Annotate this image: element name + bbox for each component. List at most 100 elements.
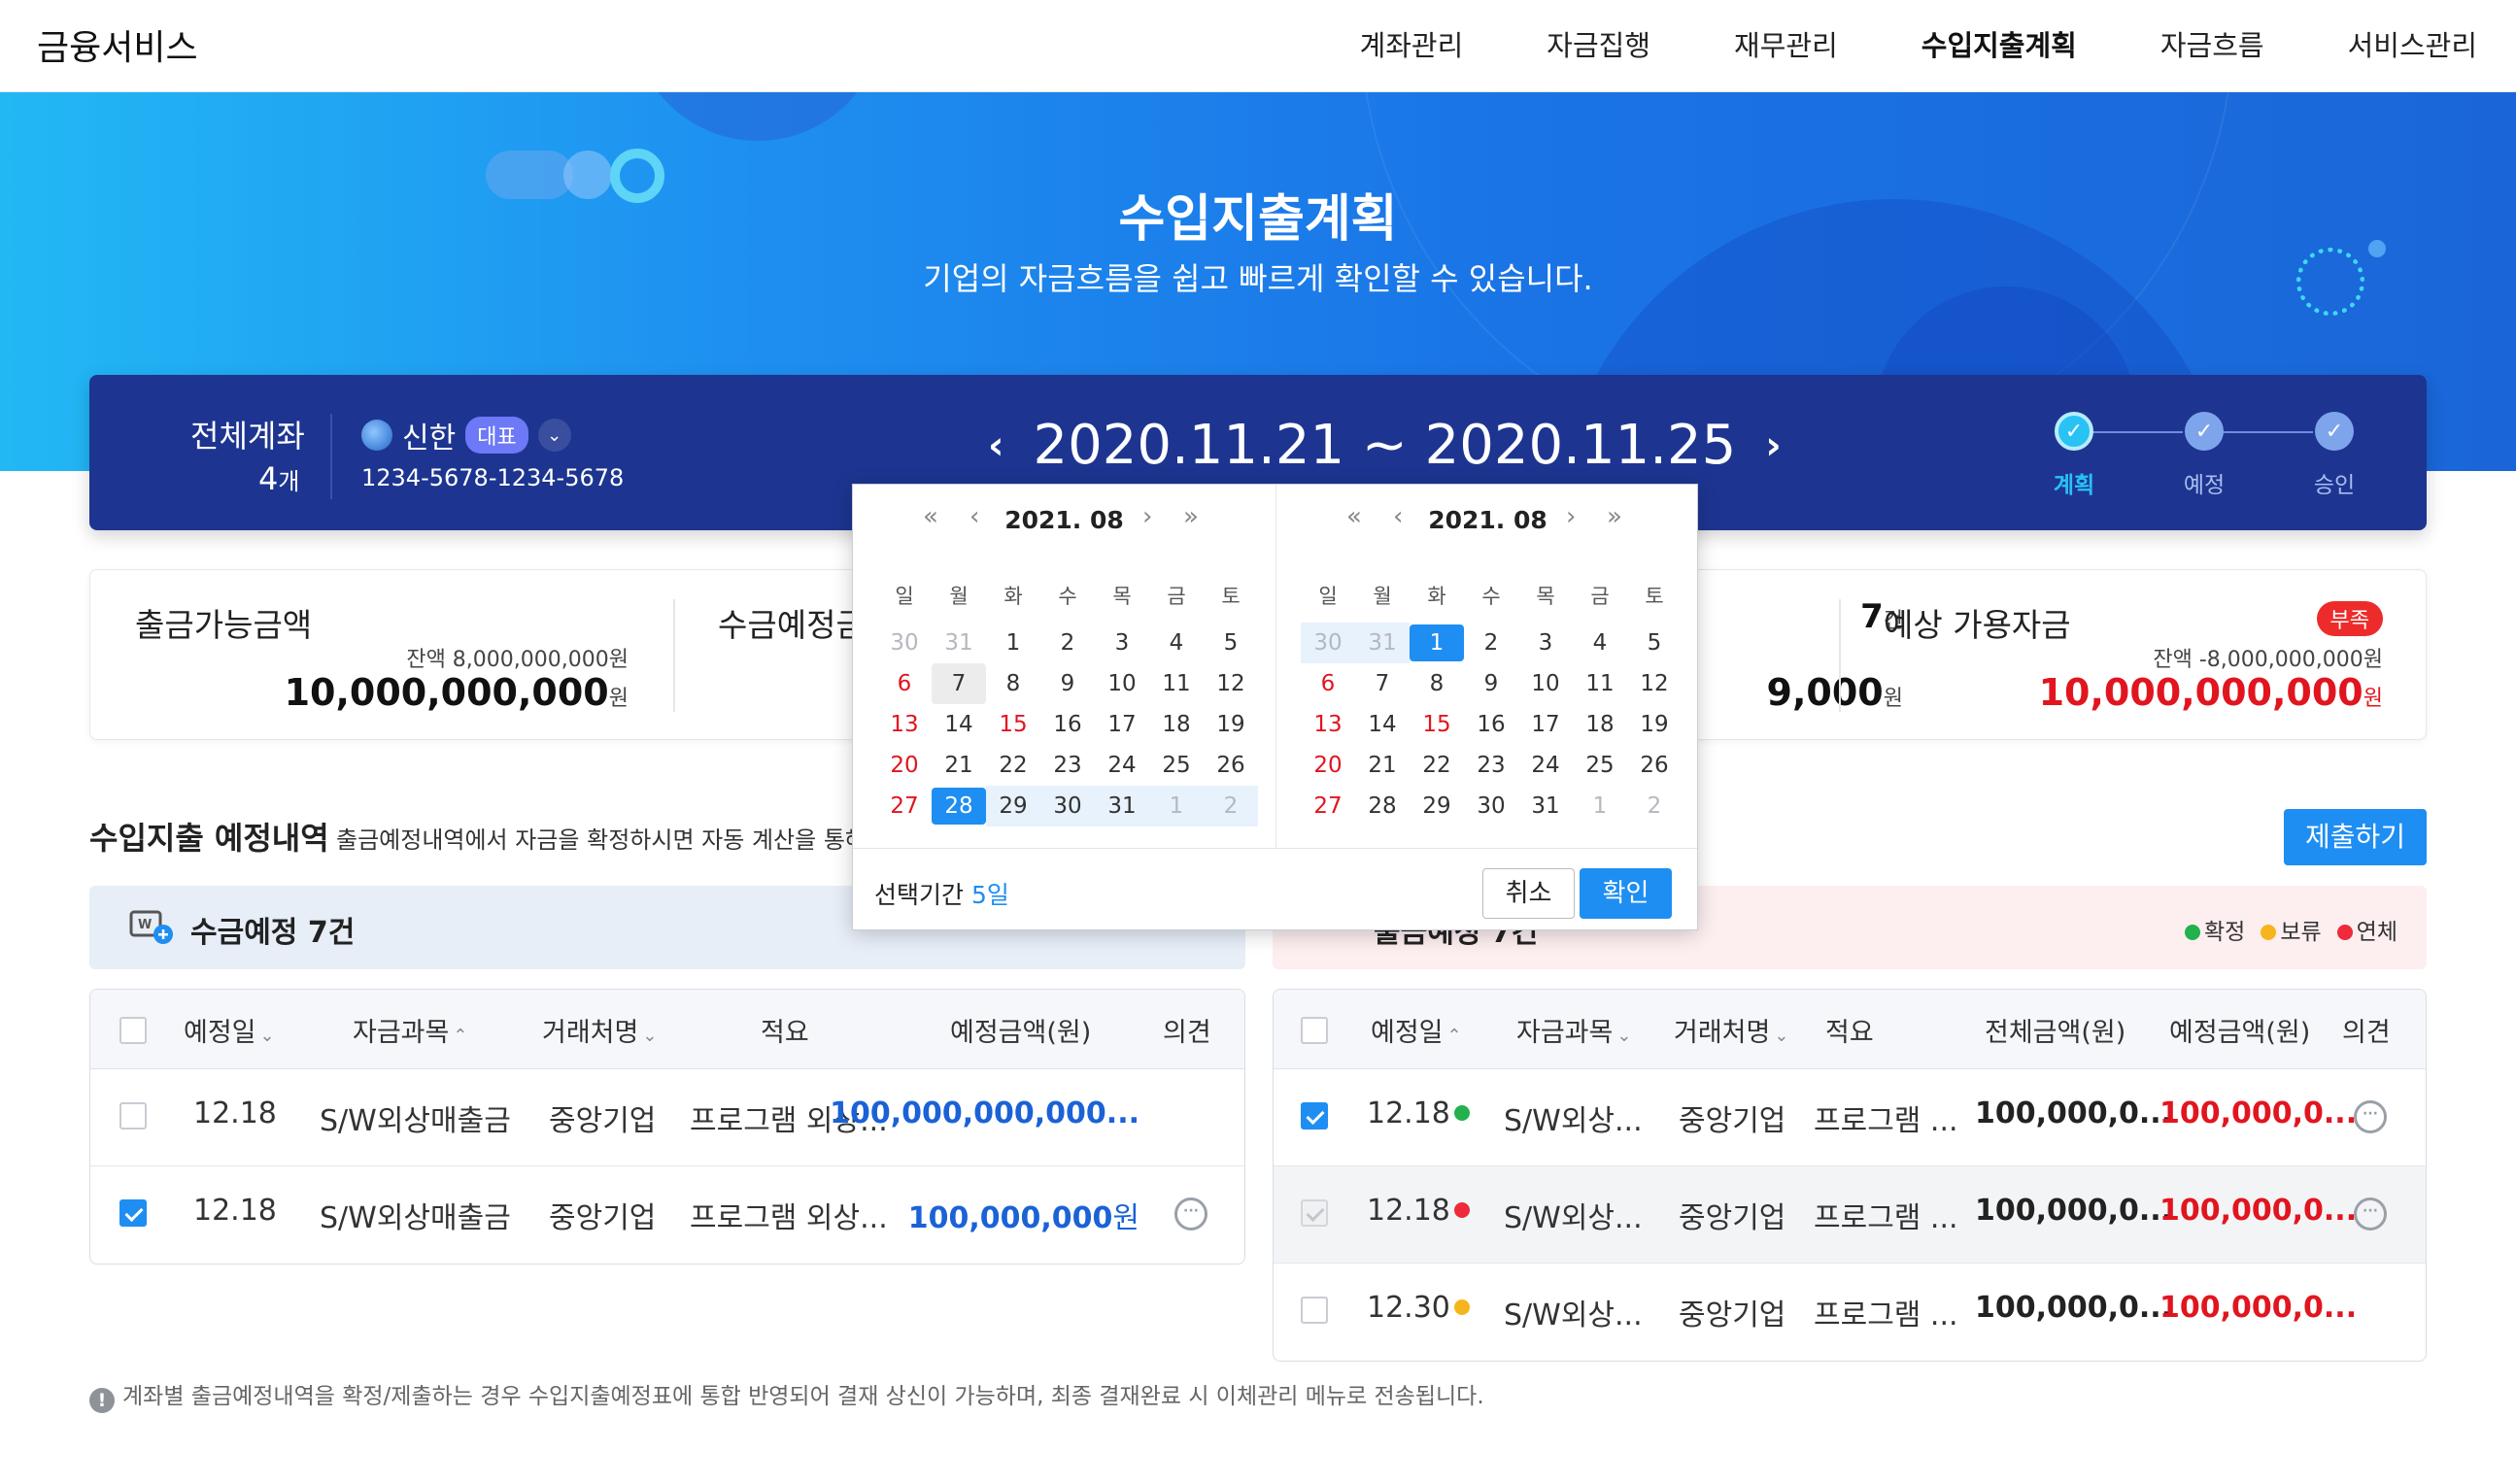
next-year-icon[interactable]: »	[1607, 502, 1622, 531]
table-row[interactable]: 12.18 S/W외상... 중앙기업 프로그램 ... 100,000,0... 100…	[1274, 1166, 2426, 1264]
table-row[interactable]: 12.18 S/W외상매출금 중앙기업 프로그램 외상... 100,000,000원 ·…	[90, 1166, 1244, 1264]
calendar-day[interactable]: 16	[1040, 704, 1095, 745]
calendar-day[interactable]: 26	[1204, 745, 1258, 786]
calendar-day[interactable]: 13	[1301, 704, 1355, 745]
calendar-day[interactable]: 10	[1095, 663, 1149, 704]
sort-icon[interactable]: ⌄	[1616, 1026, 1631, 1046]
table-row[interactable]: 12.30 S/W외상... 중앙기업 프로그램 ... 100,000,0... 100…	[1274, 1264, 2426, 1361]
calendar-day[interactable]: 6	[877, 663, 932, 704]
column-header[interactable]: 예정일 ⌄	[184, 1011, 275, 1049]
nav-item[interactable]: 서비스관리	[2348, 23, 2477, 64]
next-month-icon[interactable]: ›	[1142, 502, 1152, 531]
calendar-day[interactable]: 25	[1149, 745, 1204, 786]
calendar-day[interactable]: 2	[1204, 786, 1258, 826]
calendar-day[interactable]: 2	[1627, 786, 1682, 826]
sort-icon[interactable]: ⌃	[453, 1026, 467, 1046]
period-text[interactable]: 2020.11.21 ~ 2020.11.25	[1033, 414, 1736, 477]
calendar-day[interactable]: 21	[1355, 745, 1410, 786]
calendar-day[interactable]: 2	[1040, 623, 1095, 663]
calendar-day[interactable]: 24	[1095, 745, 1149, 786]
calendar-day[interactable]: 17	[1095, 704, 1149, 745]
calendar-day[interactable]: 1	[1410, 624, 1464, 661]
calendar-day[interactable]: 30	[877, 623, 932, 663]
calendar-day[interactable]: 21	[932, 745, 986, 786]
calendar-day[interactable]: 31	[1355, 623, 1410, 663]
calendar-day[interactable]: 1	[1573, 786, 1627, 826]
next-year-icon[interactable]: »	[1183, 502, 1199, 531]
nav-item[interactable]: 계좌관리	[1360, 23, 1464, 64]
nav-item[interactable]: 수입지출계획	[1921, 23, 2077, 64]
calendar-day[interactable]: 29	[986, 786, 1040, 826]
calendar-day[interactable]: 15	[1410, 704, 1464, 745]
nav-item[interactable]: 자금집행	[1547, 23, 1650, 64]
calendar-day[interactable]: 23	[1040, 745, 1095, 786]
bank-selector[interactable]: 신한 대표 ⌄	[361, 414, 571, 456]
calendar-day[interactable]: 9	[1464, 663, 1518, 704]
calendar-day[interactable]: 31	[1518, 786, 1573, 826]
calendar-day[interactable]: 5	[1204, 623, 1258, 663]
prev-month-icon[interactable]: ‹	[1393, 502, 1403, 531]
calendar-day[interactable]: 6	[1301, 663, 1355, 704]
calendar-day[interactable]: 30	[1464, 786, 1518, 826]
prev-year-icon[interactable]: «	[923, 502, 938, 531]
calendar-day[interactable]: 8	[1410, 663, 1464, 704]
calendar-day[interactable]: 27	[1301, 786, 1355, 826]
submit-button[interactable]: 제출하기	[2283, 809, 2427, 865]
column-header[interactable]: 자금과목 ⌃	[353, 1011, 467, 1049]
sort-icon[interactable]: ⌄	[642, 1026, 657, 1046]
calendar-day[interactable]: 14	[932, 704, 986, 745]
calendar-day[interactable]: 3	[1095, 623, 1149, 663]
calendar-day[interactable]: 12	[1204, 663, 1258, 704]
calendar-day[interactable]: 23	[1464, 745, 1518, 786]
calendar-day[interactable]: 19	[1627, 704, 1682, 745]
calendar-day[interactable]: 1	[986, 623, 1040, 663]
sort-icon[interactable]: ⌃	[1447, 1026, 1462, 1046]
row-checkbox[interactable]	[1301, 1102, 1328, 1130]
calendar-day[interactable]: 2	[1464, 623, 1518, 663]
calendar-day[interactable]: 27	[877, 786, 932, 826]
calendar-day[interactable]: 16	[1464, 704, 1518, 745]
calendar-day[interactable]: 20	[877, 745, 932, 786]
nav-item[interactable]: 자금흐름	[2160, 23, 2264, 64]
row-checkbox[interactable]	[119, 1199, 147, 1227]
calendar-day[interactable]: 24	[1518, 745, 1573, 786]
row-checkbox[interactable]	[1301, 1199, 1328, 1227]
calendar-day[interactable]: 31	[932, 623, 986, 663]
nav-item[interactable]: 재무관리	[1734, 23, 1838, 64]
calendar-day[interactable]: 8	[986, 663, 1040, 704]
calendar-day[interactable]: 28	[1355, 786, 1410, 826]
column-header[interactable]: 자금과목 ⌄	[1516, 1011, 1631, 1049]
calendar-day[interactable]: 7	[932, 663, 986, 704]
calendar-day[interactable]: 9	[1040, 663, 1095, 704]
cancel-button[interactable]: 취소	[1482, 868, 1575, 919]
calendar-day[interactable]: 29	[1410, 786, 1464, 826]
calendar-day[interactable]: 12	[1627, 663, 1682, 704]
calendar-day[interactable]: 18	[1149, 704, 1204, 745]
select-all-checkbox[interactable]	[119, 1017, 147, 1044]
chevron-down-icon[interactable]: ⌄	[537, 419, 571, 452]
calendar-day[interactable]: 4	[1573, 623, 1627, 663]
comment-icon[interactable]: ···	[2354, 1100, 2387, 1133]
next-month-icon[interactable]: ›	[1566, 502, 1576, 531]
calendar-day[interactable]: 22	[1410, 745, 1464, 786]
column-header[interactable]: 거래처명 ⌄	[542, 1011, 657, 1049]
calendar-day[interactable]: 11	[1573, 663, 1627, 704]
prev-year-icon[interactable]: «	[1346, 502, 1362, 531]
calendar-day[interactable]: 20	[1301, 745, 1355, 786]
confirm-button[interactable]: 확인	[1580, 868, 1672, 919]
calendar-day[interactable]: 4	[1149, 623, 1204, 663]
chevron-right-icon[interactable]: ›	[1765, 423, 1781, 468]
calendar-day[interactable]: 22	[986, 745, 1040, 786]
table-row[interactable]: 12.18 S/W외상매출금 중앙기업 프로그램 외상... 100,000,000,0…	[90, 1069, 1244, 1166]
calendar-day[interactable]: 26	[1627, 745, 1682, 786]
chevron-left-icon[interactable]: ‹	[988, 423, 1003, 468]
calendar-day[interactable]: 10	[1518, 663, 1573, 704]
column-header[interactable]: 거래처명 ⌄	[1674, 1011, 1788, 1049]
sort-icon[interactable]: ⌄	[260, 1026, 275, 1046]
table-row[interactable]: 12.18 S/W외상... 중앙기업 프로그램 ... 100,000,0... 100…	[1274, 1069, 2426, 1166]
comment-icon[interactable]: ···	[2354, 1197, 2387, 1231]
column-header[interactable]: 예정일 ⌃	[1371, 1011, 1462, 1049]
calendar-day[interactable]: 17	[1518, 704, 1573, 745]
row-checkbox[interactable]	[1301, 1297, 1328, 1324]
calendar-day[interactable]: 1	[1149, 786, 1204, 826]
